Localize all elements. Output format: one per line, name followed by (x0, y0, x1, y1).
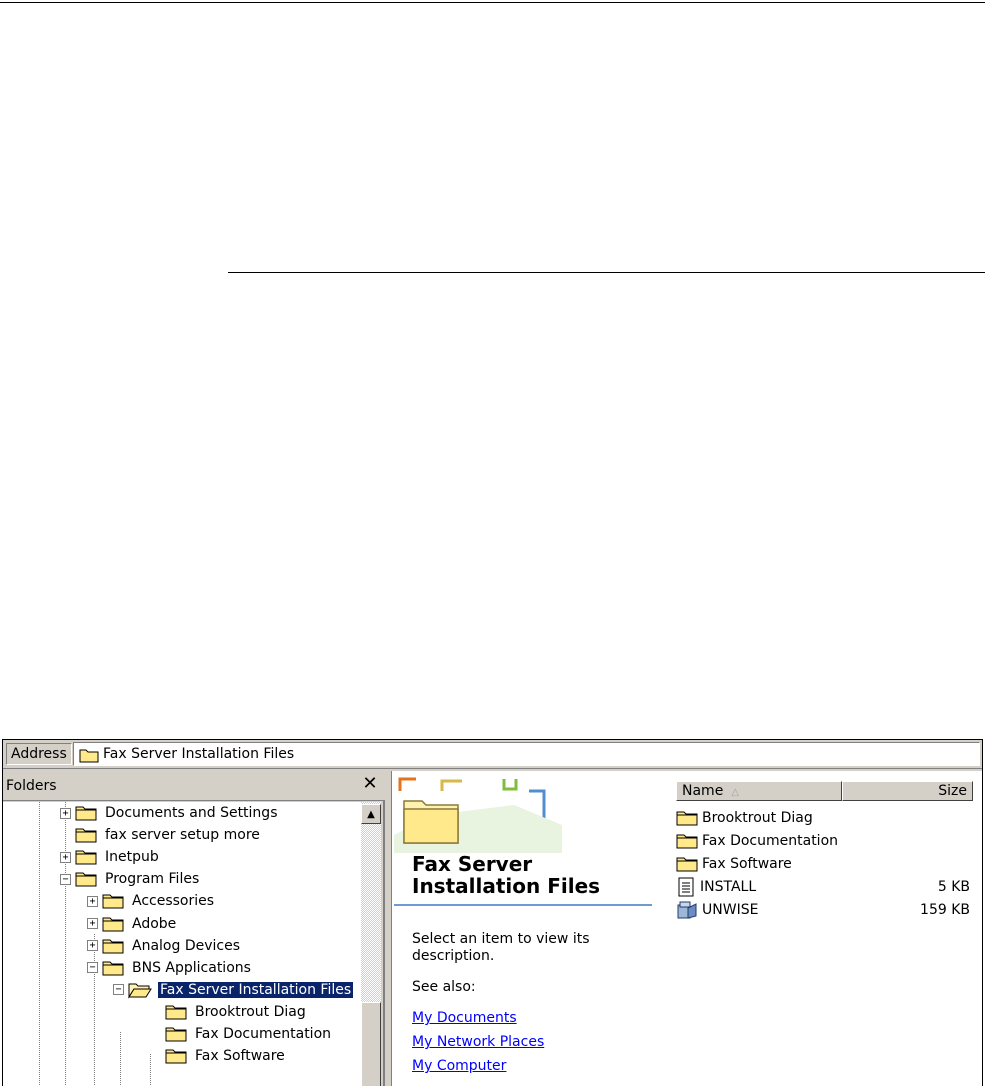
tree-guide-line (120, 1032, 121, 1086)
folder-icon (75, 848, 97, 866)
text-document-icon (676, 877, 696, 897)
tree-item[interactable]: fax server setup more (60, 824, 262, 846)
folder-icon (676, 855, 698, 873)
folders-pane: Folders ✕ + Documents and Settings fax ser… (3, 771, 385, 1086)
address-value: Fax Server Installation Files (103, 746, 295, 762)
tree-item-label: Inetpub (105, 849, 159, 866)
tree-item[interactable]: − BNS Applications (87, 957, 253, 979)
file-row[interactable]: Fax Documentation (676, 830, 972, 852)
folder-icon (676, 832, 698, 850)
expand-plus-icon[interactable]: + (87, 940, 98, 952)
file-row[interactable]: Fax Software (676, 853, 972, 875)
expand-plus-icon[interactable]: + (87, 918, 98, 929)
folder-icon (165, 1047, 187, 1065)
tree-item[interactable]: Brooktrout Diag (150, 1001, 308, 1023)
file-name: Brooktrout Diag (702, 810, 813, 826)
close-icon[interactable]: ✕ (361, 775, 379, 793)
tree-scrollbar[interactable]: ▲ (361, 802, 381, 1086)
tree-item[interactable]: Fax Documentation (150, 1023, 333, 1045)
file-list: Name △ Size Brooktrout Diag Fax Documentat… (676, 771, 982, 1086)
file-name: Fax Documentation (702, 833, 839, 849)
uninstaller-icon (676, 900, 698, 920)
tree-item-label: fax server setup more (105, 827, 260, 844)
folder-icon (75, 826, 97, 844)
tree-item-label: Fax Software (195, 1048, 285, 1065)
webview-description: Select an item to view its description. (412, 931, 590, 964)
scroll-up-button[interactable]: ▲ (361, 804, 381, 824)
tree-item-label: Fax Server Installation Files (158, 981, 354, 998)
see-also-label: See also: (412, 979, 476, 995)
file-name: UNWISE (702, 902, 759, 918)
content-pane: Fax Server Installation Files Select an … (391, 771, 982, 1086)
folder-icon (102, 915, 124, 933)
tree-item[interactable]: + Documents and Settings (60, 802, 279, 824)
file-name: Fax Software (702, 856, 792, 872)
folder-icon (165, 1025, 187, 1043)
tree-item-label: BNS Applications (132, 959, 251, 976)
folders-header: Folders ✕ (3, 771, 385, 801)
folder-banner-icon (394, 775, 562, 853)
folder-icon (75, 870, 97, 888)
tree-guide-line (39, 802, 40, 1086)
address-bar: Address Fax Server Installation Files (3, 740, 982, 769)
tree-item[interactable]: Fax Software (150, 1045, 287, 1067)
column-name-label: Name (682, 783, 724, 799)
tree-item-label: Accessories (132, 893, 215, 910)
folder-icon (102, 937, 124, 955)
folder-icon (676, 809, 698, 827)
tree-item-label: Documents and Settings (105, 805, 278, 821)
folder-icon (165, 1003, 187, 1021)
webview-panel: Fax Server Installation Files Select an … (392, 771, 654, 1086)
column-size-label: Size (938, 783, 967, 799)
collapse-minus-icon[interactable]: − (113, 984, 124, 996)
tree-item[interactable]: + Analog Devices (87, 935, 242, 957)
address-label: Address (6, 743, 72, 765)
column-header-name[interactable]: Name △ (676, 781, 842, 801)
address-field[interactable]: Fax Server Installation Files (73, 742, 980, 766)
folder-icon (75, 804, 97, 822)
collapse-minus-icon[interactable]: − (60, 873, 71, 885)
expand-plus-icon[interactable]: + (60, 851, 71, 863)
webview-title: Fax Server Installation Files (412, 853, 600, 897)
folder-icon (102, 959, 124, 977)
tree-item[interactable]: + Accessories (87, 890, 216, 912)
folder-tree: + Documents and Settings fax server setup … (3, 802, 361, 1086)
tree-item-label: Adobe (132, 915, 177, 932)
tree-item-label: Fax Documentation (195, 1026, 332, 1042)
top-rule (0, 2, 985, 3)
file-row[interactable]: Brooktrout Diag (676, 807, 972, 829)
folders-title: Folders (6, 778, 57, 794)
file-name: INSTALL (700, 879, 757, 895)
tree-item[interactable]: + Adobe (87, 913, 178, 935)
expand-plus-icon[interactable]: + (87, 895, 98, 907)
tree-item[interactable]: − Program Files (60, 868, 201, 890)
webview-divider (394, 904, 652, 906)
file-size: 5 KB (937, 879, 970, 895)
folder-icon (102, 892, 124, 910)
scroll-thumb[interactable] (361, 1002, 381, 1086)
file-row[interactable]: UNWISE 159 KB (676, 899, 972, 921)
tree-item[interactable]: − Fax Server Installation Files (113, 979, 354, 1001)
sort-ascending-icon: △ (731, 787, 740, 798)
webview-title-line1: Fax Server (412, 852, 533, 876)
expand-plus-icon[interactable]: + (60, 807, 71, 819)
tree-item-label: Analog Devices (132, 937, 240, 954)
separator-rule (228, 272, 985, 273)
link-my-documents[interactable]: My Documents (412, 1010, 517, 1026)
open-folder-icon (128, 981, 152, 999)
tree-item-label: Brooktrout Diag (195, 1003, 306, 1020)
tree-item[interactable]: + Inetpub (60, 846, 161, 868)
collapse-minus-icon[interactable]: − (87, 962, 98, 974)
column-header-size[interactable]: Size (842, 781, 973, 801)
file-size: 159 KB (920, 902, 970, 918)
folder-icon (79, 747, 99, 767)
link-my-network-places[interactable]: My Network Places (412, 1034, 544, 1050)
webview-title-line2: Installation Files (412, 874, 601, 898)
file-row[interactable]: INSTALL 5 KB (676, 876, 972, 898)
tree-item-label: Program Files (105, 871, 200, 888)
explorer-window: Address Fax Server Installation Files Fo… (2, 739, 983, 1086)
link-my-computer[interactable]: My Computer (412, 1058, 506, 1074)
